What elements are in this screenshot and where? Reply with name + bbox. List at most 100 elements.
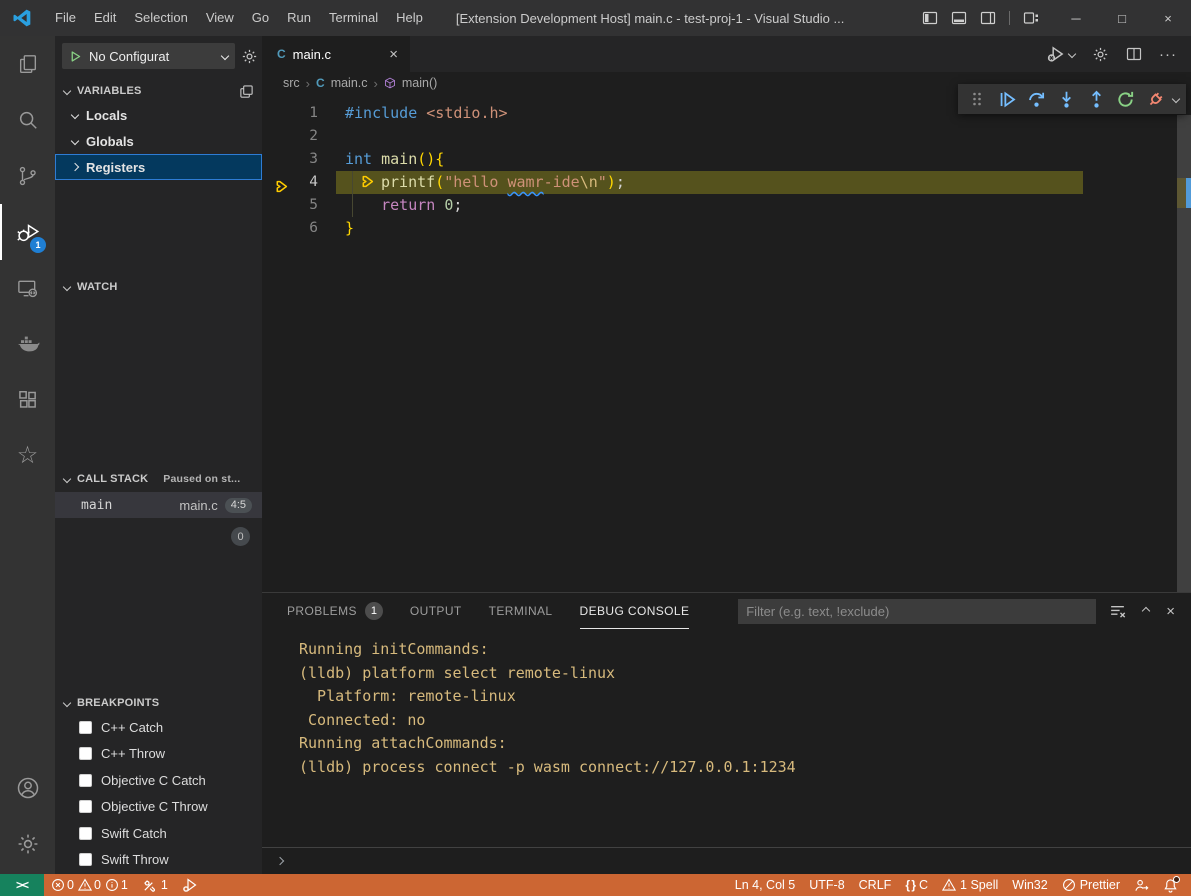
close-panel-icon[interactable]: ×	[1166, 603, 1175, 620]
cursor-position[interactable]: Ln 4, Col 5	[728, 878, 802, 892]
launch-settings-gear-icon[interactable]	[241, 48, 258, 65]
tab-close-icon[interactable]: ×	[389, 46, 398, 63]
maximize-button[interactable]: □	[1099, 0, 1145, 36]
menu-help[interactable]: Help	[387, 0, 432, 36]
remote-indicator[interactable]: ><	[0, 874, 44, 896]
activity-settings[interactable]	[0, 816, 55, 872]
activity-run-debug[interactable]: 1	[0, 204, 55, 260]
breakpoint-item[interactable]: Swift Throw	[55, 847, 262, 874]
checkbox-unchecked-icon[interactable]	[79, 774, 92, 787]
debug-status[interactable]	[175, 874, 205, 896]
copy-icon[interactable]	[239, 84, 254, 99]
checkbox-unchecked-icon[interactable]	[79, 827, 92, 840]
activity-docker[interactable]	[0, 316, 55, 372]
panel-tab-terminal[interactable]: TERMINAL	[489, 593, 553, 629]
breakpoint-item[interactable]: Objective C Throw	[55, 794, 262, 821]
eol-sequence[interactable]: CRLF	[852, 878, 899, 892]
error-icon	[51, 878, 65, 892]
activity-source-control[interactable]	[0, 148, 55, 204]
breakpoint-gutter[interactable]	[262, 217, 288, 240]
panel-tab-problems[interactable]: PROBLEMS1	[287, 593, 383, 629]
clear-console-icon[interactable]	[1109, 603, 1126, 620]
problems-status[interactable]: 0 0 1	[44, 874, 135, 896]
menu-go[interactable]: Go	[243, 0, 278, 36]
console-line: Running attachCommands:	[299, 732, 1191, 756]
breakpoint-gutter[interactable]	[262, 102, 288, 125]
menu-file[interactable]: File	[46, 0, 85, 36]
restart-icon[interactable]	[1114, 86, 1139, 112]
close-button[interactable]: ×	[1145, 0, 1191, 36]
console-filter-input[interactable]	[738, 599, 1096, 624]
variables-item-globals[interactable]: Globals	[55, 128, 262, 154]
breakpoint-item[interactable]: Swift Catch	[55, 820, 262, 847]
breadcrumb-symbol[interactable]: main()	[402, 76, 437, 90]
panel-tab-debug-console[interactable]: DEBUG CONSOLE	[580, 593, 690, 629]
menu-selection[interactable]: Selection	[125, 0, 196, 36]
breakpoint-gutter[interactable]	[262, 148, 288, 171]
activity-search[interactable]	[0, 92, 55, 148]
toggle-panel-icon[interactable]	[951, 10, 967, 26]
menu-edit[interactable]: Edit	[85, 0, 125, 36]
menu-run[interactable]: Run	[278, 0, 320, 36]
breadcrumb-file[interactable]: main.c	[331, 76, 368, 90]
customize-layout-icon[interactable]	[1023, 10, 1039, 26]
maximize-panel-icon[interactable]	[1142, 607, 1150, 615]
formatter-status[interactable]: Prettier	[1055, 878, 1127, 892]
continue-icon[interactable]	[995, 86, 1020, 112]
breakpoint-gutter[interactable]	[262, 171, 288, 194]
panel-tab-output[interactable]: OUTPUT	[410, 593, 462, 629]
notifications-status[interactable]	[1156, 878, 1185, 893]
activity-explorer[interactable]	[0, 36, 55, 92]
checkbox-unchecked-icon[interactable]	[79, 747, 92, 760]
activity-wamr-ide[interactable]: ☆	[0, 428, 55, 484]
toggle-secondary-sidebar-icon[interactable]	[980, 10, 996, 26]
breakpoint-item[interactable]: C++ Catch	[55, 714, 262, 741]
activity-remote-explorer[interactable]	[0, 260, 55, 316]
toolbar-grip[interactable]	[965, 86, 990, 112]
breakpoint-gutter[interactable]	[262, 194, 288, 217]
step-out-icon[interactable]	[1084, 86, 1109, 112]
settings-gear-icon[interactable]	[1092, 46, 1109, 63]
platform-status[interactable]: Win32	[1005, 878, 1054, 892]
section-variables[interactable]: VARIABLES	[55, 80, 262, 102]
breakpoint-item[interactable]: Objective C Catch	[55, 767, 262, 794]
tools-status[interactable]: 1	[135, 874, 175, 896]
menu-terminal[interactable]: Terminal	[320, 0, 387, 36]
menu-view[interactable]: View	[197, 0, 243, 36]
language-mode[interactable]: { } C	[898, 878, 935, 892]
disconnect-icon[interactable]	[1143, 86, 1168, 112]
code-editor[interactable]: 1#include <stdio.h>23int main(){4printf(…	[262, 94, 1191, 592]
section-breakpoints[interactable]: BREAKPOINTS	[55, 692, 262, 714]
titlebar-separator	[1009, 11, 1010, 25]
star-icon: ☆	[17, 444, 39, 468]
split-editor-icon[interactable]	[1126, 46, 1142, 62]
step-over-icon[interactable]	[1024, 86, 1049, 112]
section-call-stack[interactable]: CALL STACK Paused on st...	[55, 468, 262, 490]
section-watch[interactable]: WATCH	[55, 276, 262, 298]
checkbox-unchecked-icon[interactable]	[79, 800, 92, 813]
toggle-sidebar-icon[interactable]	[922, 10, 938, 26]
activity-extensions[interactable]	[0, 372, 55, 428]
activity-accounts[interactable]	[0, 760, 55, 816]
variables-item-registers[interactable]: Registers	[55, 154, 262, 180]
encoding[interactable]: UTF-8	[802, 878, 851, 892]
feedback-status[interactable]	[1127, 878, 1156, 893]
tab-main-c[interactable]: C main.c ×	[262, 36, 410, 72]
chevron-down-icon[interactable]	[1172, 95, 1180, 103]
debug-console-input[interactable]	[262, 847, 1191, 874]
variables-item-locals[interactable]: Locals	[55, 102, 262, 128]
run-or-debug-button[interactable]	[1047, 45, 1075, 63]
step-into-icon[interactable]	[1054, 86, 1079, 112]
checkbox-unchecked-icon[interactable]	[79, 721, 92, 734]
breadcrumb-src[interactable]: src	[283, 76, 300, 90]
stack-frame-row[interactable]: main main.c 4:5	[55, 492, 262, 518]
breakpoint-item[interactable]: C++ Throw	[55, 741, 262, 768]
more-actions-icon[interactable]: ···	[1159, 46, 1177, 63]
line-number: 5	[288, 194, 318, 217]
spell-checker-status[interactable]: 1 Spell	[935, 878, 1005, 892]
breakpoint-gutter[interactable]	[262, 125, 288, 148]
variables-list: LocalsGlobalsRegisters	[55, 102, 262, 180]
checkbox-unchecked-icon[interactable]	[79, 853, 92, 866]
minimize-button[interactable]: ─	[1053, 0, 1099, 36]
debug-config-dropdown[interactable]: No Configurat	[62, 43, 235, 69]
